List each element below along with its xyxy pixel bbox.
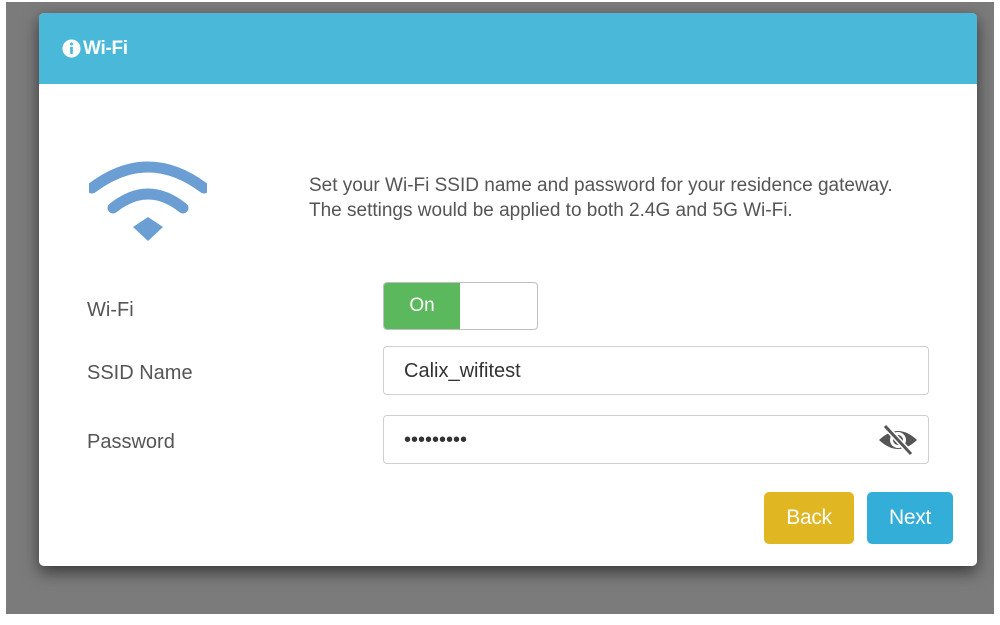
ssid-label: SSID Name <box>87 362 193 384</box>
ssid-field <box>383 346 929 395</box>
dialog-title: Wi-Fi <box>83 37 128 59</box>
password-label: Password <box>87 431 175 453</box>
next-button[interactable]: Next <box>867 492 953 544</box>
wifi-toggle[interactable]: On <box>383 282 538 330</box>
dialog-header: Wi-Fi <box>39 13 977 84</box>
password-input[interactable] <box>404 428 864 452</box>
wifi-toggle-on: On <box>384 283 460 329</box>
wifi-setup-dialog: Wi-Fi Set your Wi-Fi SSID name and passw… <box>39 13 977 566</box>
back-button[interactable]: Back <box>764 492 854 544</box>
wifi-icon <box>86 158 210 243</box>
wifi-label: Wi-Fi <box>87 299 134 321</box>
info-circle-icon <box>61 39 81 59</box>
dialog-description: Set your Wi-Fi SSID name and password fo… <box>309 175 893 221</box>
ssid-input[interactable] <box>404 359 864 383</box>
password-field <box>383 415 929 464</box>
eye-slash-icon[interactable] <box>876 424 920 456</box>
